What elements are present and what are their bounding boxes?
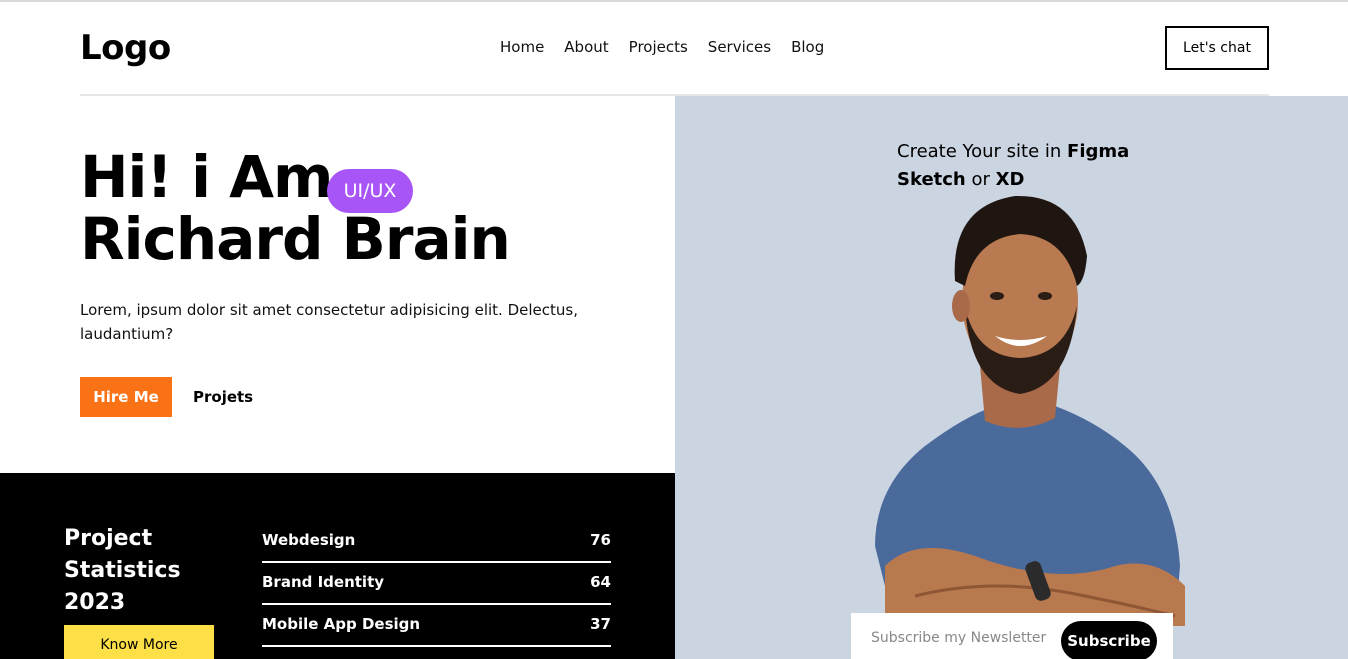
lets-chat-button[interactable]: Let's chat [1165,26,1269,70]
nav-services[interactable]: Services [708,38,771,56]
promo-figma: Figma [1067,141,1130,162]
stats-title-line2: Statistics [64,558,181,583]
stat-label: Mobile App Design [262,615,421,633]
stat-row: Mobile App Design 37 [262,605,611,647]
site-logo[interactable]: Logo [80,28,171,68]
stat-label: Brand Identity [262,573,385,591]
project-statistics-panel: Project Statistics 2023 Know More Webdes… [0,473,675,659]
nav-home[interactable]: Home [500,38,544,56]
hire-me-button[interactable]: Hire Me [80,377,172,417]
stats-title: Project Statistics 2023 [64,523,181,619]
newsletter-email-input[interactable] [871,630,1061,646]
subscribe-button[interactable]: Subscribe [1061,621,1157,659]
stat-value: 37 [590,615,611,633]
know-more-button[interactable]: Know More [64,625,214,659]
stats-title-line1: Project [64,526,153,551]
stat-label: Webdesign [262,531,356,549]
hero-heading: Hi! i Am Richard Brain [80,143,511,273]
hero-greeting: Hi! i Am [80,143,333,211]
nav-projects[interactable]: Projects [629,38,688,56]
stat-row: Brand Identity 64 [262,563,611,605]
promo-prefix: Create Your site in [897,141,1068,162]
role-badge: UI/UX [327,169,413,213]
stat-value: 76 [590,531,611,549]
projects-link[interactable]: Projets [193,388,253,406]
stats-title-line3: 2023 [64,590,126,615]
nav-blog[interactable]: Blog [791,38,824,56]
newsletter-form: Subscribe [851,613,1173,659]
hero-description: Lorem, ipsum dolor sit amet consectetur … [80,301,578,343]
hero-name: Richard Brain [80,205,511,273]
stat-row: Webdesign 76 [262,521,611,563]
top-border [0,0,1348,2]
stat-value: 64 [590,573,611,591]
hero-image-panel: Create Your site in Figma Sketch or XD S… [675,96,1348,659]
person-photo [875,195,1185,626]
nav-about[interactable]: About [564,38,608,56]
main-nav: Home About Projects Services Blog [500,38,844,56]
